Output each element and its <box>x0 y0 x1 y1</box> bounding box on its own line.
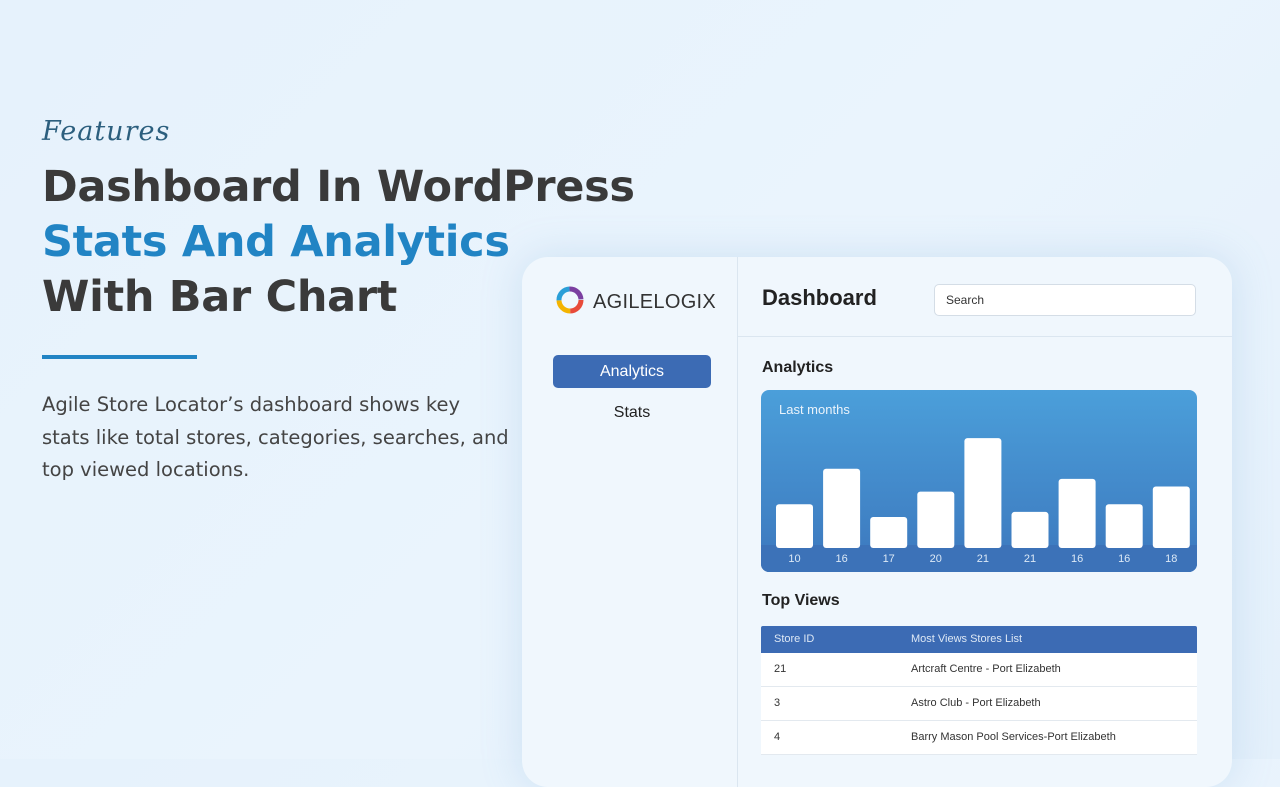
chart-tick-label: 10 <box>788 553 800 565</box>
page-title: Dashboard <box>762 285 877 310</box>
top-views-table: Store ID Most Views Stores List 21 Artcr… <box>761 626 1197 755</box>
table-row[interactable]: 3 Astro Club - Port Elizabeth <box>761 687 1197 721</box>
chart-bar[interactable] <box>1058 478 1096 548</box>
table-header: Store ID Most Views Stores List <box>761 626 1197 653</box>
sidebar-item-analytics[interactable]: Analytics <box>553 355 711 388</box>
store-name-cell: Barry Mason Pool Services-Port Elizabeth <box>911 731 1116 743</box>
chart-tick-label: 18 <box>1165 553 1177 565</box>
chart-bar[interactable] <box>1152 486 1190 549</box>
chart-tick-label: 16 <box>835 553 847 565</box>
chart-bar[interactable] <box>1011 511 1049 548</box>
store-name-cell: Artcraft Centre - Port Elizabeth <box>911 663 1061 675</box>
chart-bar[interactable] <box>823 468 861 548</box>
chart-bar[interactable] <box>917 491 955 548</box>
store-id-cell: 4 <box>774 731 781 743</box>
features-eyebrow: Features <box>42 116 171 147</box>
sidebar: AGILELOGIX Analytics Stats <box>522 257 738 787</box>
store-id-cell: 21 <box>774 663 787 675</box>
column-header-store-id[interactable]: Store ID <box>774 633 814 645</box>
brand-name: AGILELOGIX <box>593 290 717 313</box>
sidebar-item-stats[interactable]: Stats <box>553 398 711 428</box>
swirl-logo-icon <box>554 284 586 320</box>
chart-tick-label: 17 <box>883 553 895 565</box>
chart-bar[interactable] <box>870 517 908 548</box>
store-id-cell: 3 <box>774 697 781 709</box>
bar-chart: 10 16 17 20 21 21 16 16 18 <box>761 438 1197 572</box>
column-header-stores-list[interactable]: Most Views Stores List <box>911 633 1022 645</box>
chart-tick-label: 16 <box>1071 553 1083 565</box>
hero-description: Agile Store Locator’s dashboard shows ke… <box>42 393 509 481</box>
chart-bar[interactable] <box>964 438 1002 548</box>
dashboard-window: AGILELOGIX Analytics Stats Dashboard Sea… <box>522 257 1232 787</box>
headline-divider <box>42 355 197 359</box>
top-bar: Dashboard Search <box>738 257 1232 337</box>
analytics-heading: Analytics <box>762 359 834 376</box>
main-content: Dashboard Search Analytics 10 16 17 20 21 21 1… <box>738 257 1232 787</box>
headline-line-1: Dashboard In WordPress <box>42 162 635 212</box>
chart-tick-label: 16 <box>1118 553 1130 565</box>
search-input[interactable]: Search <box>934 284 1196 316</box>
chart-tick-label: 21 <box>1024 553 1036 565</box>
chart-subtitle: Last months <box>779 402 850 417</box>
chart-tick-label: 21 <box>977 553 989 565</box>
table-row[interactable]: 4 Barry Mason Pool Services-Port Elizabe… <box>761 721 1197 755</box>
analytics-chart-card: 10 16 17 20 21 21 16 16 18 Last months <box>761 390 1197 572</box>
chart-tick-label: 20 <box>930 553 942 565</box>
store-name-cell: Astro Club - Port Elizabeth <box>911 697 1041 709</box>
brand-logo[interactable]: AGILELOGIX <box>554 284 716 320</box>
chart-bar[interactable] <box>776 504 813 548</box>
top-views-heading: Top Views <box>762 592 840 609</box>
table-row[interactable]: 21 Artcraft Centre - Port Elizabeth <box>761 653 1197 687</box>
chart-bar[interactable] <box>1105 504 1143 548</box>
